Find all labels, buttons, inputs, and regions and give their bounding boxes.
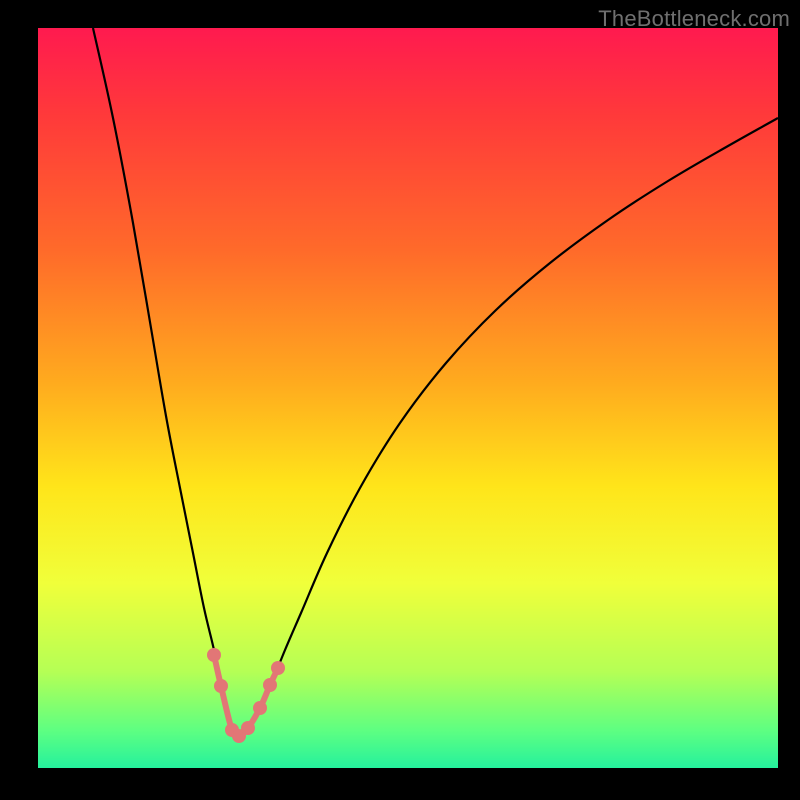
chart-background xyxy=(38,28,778,768)
chart-plot-area xyxy=(38,28,778,768)
watermark-text: TheBottleneck.com xyxy=(598,6,790,32)
marker-dot xyxy=(263,678,277,692)
marker-dot xyxy=(214,679,228,693)
chart-svg xyxy=(38,28,778,768)
marker-dot xyxy=(207,648,221,662)
marker-dot xyxy=(241,721,255,735)
chart-container: TheBottleneck.com xyxy=(0,0,800,800)
marker-dot xyxy=(271,661,285,675)
marker-dot xyxy=(253,701,267,715)
